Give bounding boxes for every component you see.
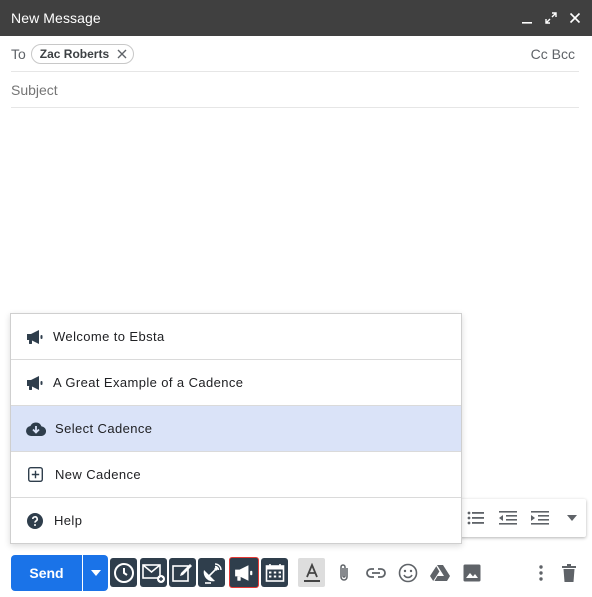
- sequence-tool[interactable]: [198, 558, 225, 587]
- cc-bcc-links: Cc Bcc: [531, 46, 575, 62]
- email-tracking-tool[interactable]: [140, 558, 167, 587]
- megaphone-icon: [25, 327, 45, 347]
- cloud-download-icon: [25, 419, 47, 439]
- cadence-tool[interactable]: [229, 557, 259, 588]
- schedule-send-tool[interactable]: [110, 558, 137, 587]
- menu-item-label: Select Cadence: [55, 421, 153, 436]
- send-options-button[interactable]: [83, 555, 108, 591]
- chevron-down-icon: [90, 570, 101, 576]
- menu-item-label: A Great Example of a Cadence: [53, 375, 244, 390]
- compose-title-bar: New Message: [0, 0, 592, 36]
- menu-item-label: Help: [54, 513, 83, 528]
- formatting-toolbar: [458, 499, 586, 537]
- window-controls: [520, 0, 582, 36]
- subject-input[interactable]: [11, 81, 579, 98]
- google-drive-icon: [429, 565, 450, 581]
- help-circle-icon: [25, 511, 45, 531]
- attach-file-button[interactable]: [330, 558, 357, 587]
- insert-link-button[interactable]: [362, 558, 389, 587]
- link-icon: [365, 567, 386, 578]
- bcc-link[interactable]: Bcc: [552, 46, 575, 62]
- insert-drive-button[interactable]: [426, 558, 453, 587]
- menu-item-label: New Cadence: [55, 467, 142, 482]
- close-icon[interactable]: [568, 11, 582, 25]
- menu-item-label: Welcome to Ebsta: [53, 329, 165, 344]
- cadence-menu: Welcome to Ebsta A Great Example of a Ca…: [10, 313, 462, 544]
- discard-draft-button[interactable]: [555, 558, 582, 587]
- subject-row: [11, 72, 579, 108]
- insert-photo-button[interactable]: [458, 558, 485, 587]
- more-options-button[interactable]: [527, 558, 554, 587]
- satellite-dish-icon: [203, 562, 222, 584]
- to-row[interactable]: To Zac Roberts Cc Bcc: [11, 36, 579, 72]
- more-vert-icon: [538, 564, 543, 581]
- bulleted-list-icon[interactable]: [464, 506, 488, 530]
- menu-item-welcome-to-ebsta[interactable]: Welcome to Ebsta: [11, 314, 461, 360]
- megaphone-icon: [25, 373, 45, 393]
- popout-icon[interactable]: [544, 11, 558, 25]
- text-format-icon: [303, 562, 320, 582]
- emoji-icon: [398, 563, 417, 582]
- insert-emoji-button[interactable]: [394, 558, 421, 587]
- menu-item-great-example-cadence[interactable]: A Great Example of a Cadence: [11, 360, 461, 406]
- cc-link[interactable]: Cc: [531, 46, 548, 62]
- message-body[interactable]: [11, 110, 579, 310]
- remove-recipient-icon[interactable]: [115, 47, 129, 61]
- menu-item-new-cadence[interactable]: New Cadence: [11, 452, 461, 498]
- to-label: To: [11, 45, 26, 62]
- menu-item-select-cadence[interactable]: Select Cadence: [11, 406, 461, 452]
- more-formatting-icon[interactable]: [560, 506, 584, 530]
- send-button-group: Send: [11, 555, 108, 591]
- formatting-options-button[interactable]: [298, 558, 325, 587]
- recipient-chip[interactable]: Zac Roberts: [30, 43, 135, 64]
- minimize-icon[interactable]: [520, 11, 534, 25]
- recipient-name: Zac Roberts: [39, 46, 110, 61]
- trash-icon: [561, 563, 576, 582]
- indent-more-icon[interactable]: [528, 506, 552, 530]
- templates-tool[interactable]: [169, 558, 196, 587]
- compose-title: New Message: [11, 10, 101, 26]
- photo-icon: [463, 564, 480, 581]
- meeting-scheduler-tool[interactable]: [261, 558, 288, 587]
- indent-less-icon[interactable]: [496, 506, 520, 530]
- plus-box-icon: [25, 465, 45, 485]
- send-button[interactable]: Send: [11, 555, 82, 591]
- edit-note-icon: [171, 563, 192, 582]
- paperclip-icon: [339, 563, 348, 581]
- menu-item-help[interactable]: Help: [11, 498, 461, 543]
- megaphone-icon: [235, 564, 253, 581]
- calendar-icon: [265, 563, 284, 582]
- envelope-add-icon: [141, 563, 165, 583]
- clock-icon: [113, 562, 134, 583]
